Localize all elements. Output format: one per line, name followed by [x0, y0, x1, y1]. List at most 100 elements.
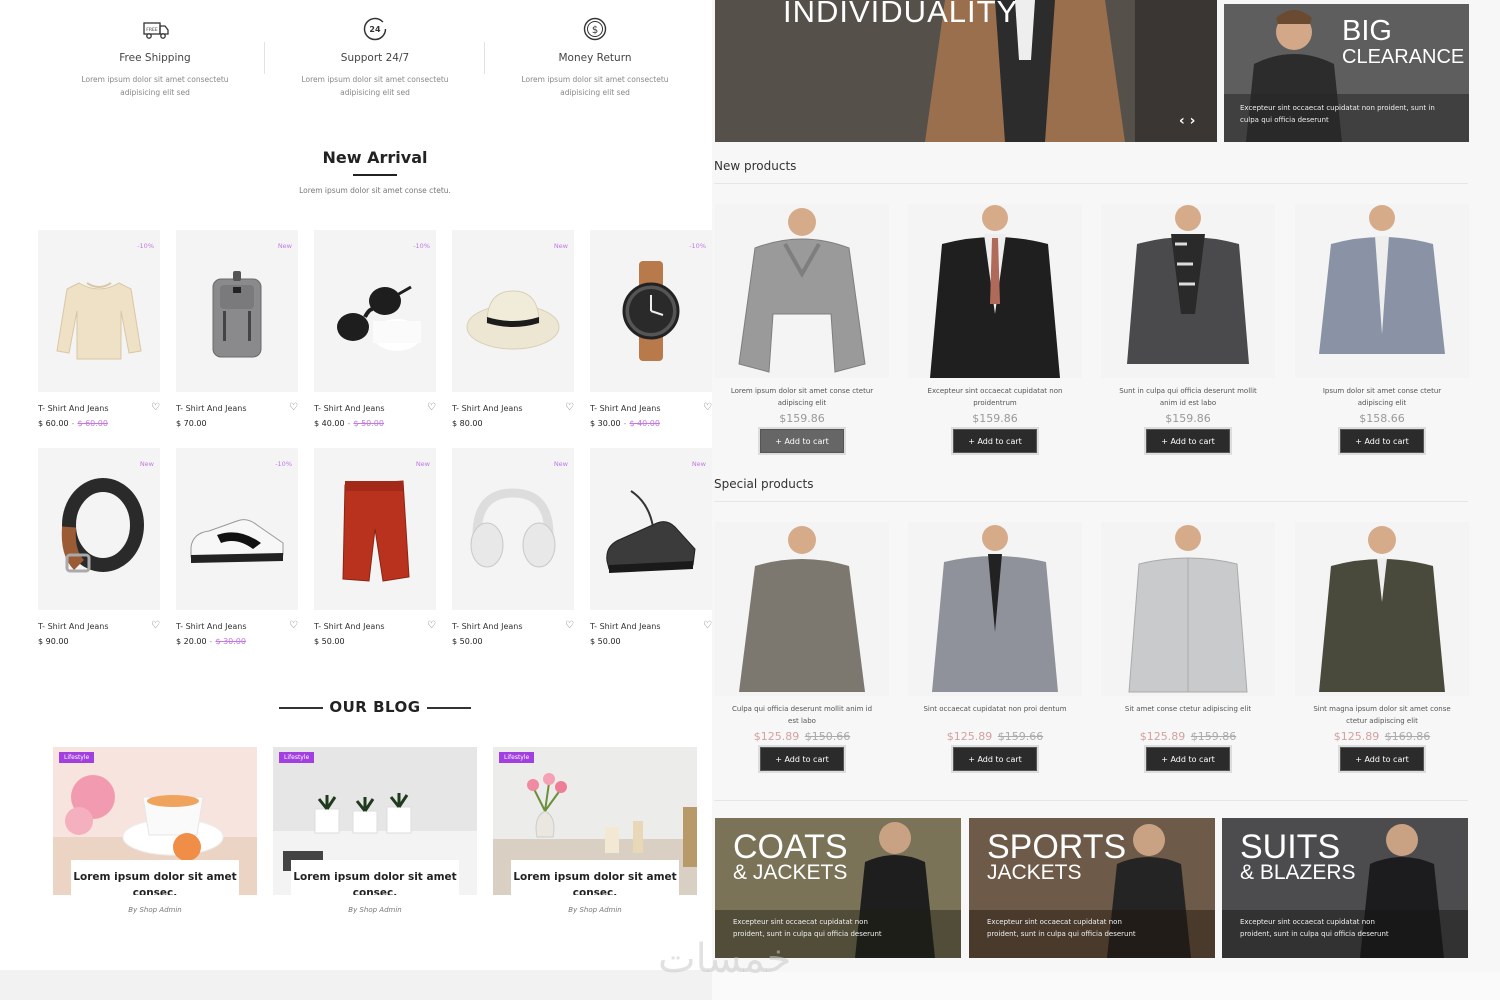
product-desc: Ipsum dolor sit amet conse ctetur adipis…: [1322, 387, 1442, 407]
product-badge: -10%: [689, 242, 706, 250]
product-desc: Lorem ipsum dolor sit amet conse ctetur …: [730, 387, 874, 407]
category-banner-sports[interactable]: SPORTS JACKETS Excepteur sint occaecat cu…: [969, 818, 1215, 958]
category-banner-suits[interactable]: SUITS & BLAZERS Excepteur sint occaecat c…: [1222, 818, 1468, 958]
add-to-cart-button[interactable]: + Add to cart: [1146, 747, 1230, 771]
product-card[interactable]: -10% T- Shirt And Jeans ♡ $ 60.00- $ 60.0…: [38, 230, 160, 428]
product-name[interactable]: T- Shirt And Jeans: [452, 622, 523, 631]
banner-desc: Excepteur sint occaecat cupidatat non pr…: [1240, 918, 1389, 938]
wishlist-heart-icon[interactable]: ♡: [703, 620, 712, 632]
product-card[interactable]: Culpa qui officia deserunt mollit anim i…: [715, 522, 889, 771]
blog-author: By Shop Admin: [568, 906, 622, 914]
product-image[interactable]: New: [452, 230, 574, 392]
product-card[interactable]: New T- Shirt And Jeans ♡ $ 70.00: [176, 230, 298, 428]
product-image[interactable]: [1295, 522, 1469, 696]
product-name[interactable]: T- Shirt And Jeans: [38, 622, 109, 631]
blog-card[interactable]: Lifestyle Lorem ipsum dolor sit amet con…: [493, 747, 697, 895]
product-name[interactable]: T- Shirt And Jeans: [176, 622, 247, 631]
product-card[interactable]: New T- Shirt And Jeans ♡ $ 80.00: [452, 230, 574, 428]
product-badge: New: [139, 460, 154, 468]
wishlist-heart-icon[interactable]: ♡: [289, 402, 298, 414]
add-to-cart-button[interactable]: + Add to cart: [953, 429, 1037, 453]
product-image[interactable]: [908, 204, 1082, 378]
product-image[interactable]: New: [176, 230, 298, 392]
hero-banner-clearance[interactable]: BIG CLEARANCE Excepteur sint occaecat cup…: [1224, 4, 1469, 142]
product-image[interactable]: [715, 522, 889, 696]
product-image[interactable]: -10%: [176, 448, 298, 610]
blog-tag[interactable]: Lifestyle: [279, 752, 315, 763]
product-card[interactable]: -10% T- Shirt And Jeans ♡ $ 20.00- $ 30.0…: [176, 448, 298, 646]
feature-title: Support 24/7: [340, 52, 410, 64]
henley-image: [715, 522, 889, 696]
belt-image: [61, 478, 144, 573]
product-card[interactable]: New T- Shirt And Jeans ♡ $ 50.00: [452, 448, 574, 646]
product-card[interactable]: Sit amet conse ctetur adipiscing elit $1…: [1101, 522, 1275, 771]
clearance-title: BIG CLEARANCE: [1342, 15, 1465, 69]
product-name[interactable]: T- Shirt And Jeans: [176, 404, 247, 413]
svg-text:24: 24: [369, 25, 381, 34]
product-name[interactable]: T- Shirt And Jeans: [452, 404, 523, 413]
product-badge: -10%: [275, 460, 292, 468]
product-old-price: $ 30.00: [215, 637, 246, 646]
scarf-blazer-image: [1101, 204, 1275, 378]
product-name[interactable]: T- Shirt And Jeans: [38, 404, 109, 413]
product-image[interactable]: [1295, 204, 1469, 378]
wishlist-heart-icon[interactable]: ♡: [703, 402, 712, 414]
blog-post-title[interactable]: Lorem ipsum dolor sit amet consec.: [291, 860, 459, 895]
wishlist-heart-icon[interactable]: ♡: [427, 402, 436, 414]
product-image[interactable]: -10%: [38, 230, 160, 392]
product-card[interactable]: Excepteur sint occaecat cupidatat non pr…: [908, 204, 1082, 453]
product-image[interactable]: New: [590, 448, 712, 610]
product-badge: New: [553, 242, 568, 250]
product-card[interactable]: -10% T- Shirt And Jeans ♡ $ 40.00- $ 50.0…: [314, 230, 436, 428]
page-root: FREE Free Shipping Lorem ipsum dolor sit…: [0, 0, 1500, 1000]
product-image[interactable]: New: [452, 448, 574, 610]
product-desc: Sit amet conse ctetur adipiscing elit: [1124, 705, 1252, 713]
wishlist-heart-icon[interactable]: ♡: [565, 620, 574, 632]
blog-tag[interactable]: Lifestyle: [59, 752, 95, 763]
add-to-cart-button[interactable]: + Add to cart: [1146, 429, 1230, 453]
product-card[interactable]: New T- Shirt And Jeans ♡ $ 50.00: [314, 448, 436, 646]
product-card[interactable]: Sint magna ipsum dolor sit amet conse ct…: [1295, 522, 1469, 771]
product-card[interactable]: -10% T- Shirt And Jeans ♡ $ 30.00- $ 40.0…: [590, 230, 712, 428]
add-to-cart-button[interactable]: + Add to cart: [1340, 429, 1424, 453]
wishlist-heart-icon[interactable]: ♡: [289, 620, 298, 632]
product-card[interactable]: Lorem ipsum dolor sit amet conse ctetur …: [715, 204, 889, 453]
banner-title: SUITS & BLAZERS: [1240, 828, 1356, 884]
wishlist-heart-icon[interactable]: ♡: [151, 620, 160, 632]
shorts-image: [342, 480, 410, 582]
add-to-cart-button[interactable]: + Add to cart: [760, 747, 844, 771]
blog-tag[interactable]: Lifestyle: [499, 752, 535, 763]
product-card[interactable]: Sunt in culpa qui officia deserunt molli…: [1101, 204, 1275, 453]
wishlist-heart-icon[interactable]: ♡: [151, 402, 160, 414]
product-price: $ 30.00- $ 40.00: [590, 419, 660, 428]
product-image[interactable]: [1101, 204, 1275, 378]
product-name[interactable]: T- Shirt And Jeans: [590, 404, 661, 413]
product-card[interactable]: New T- Shirt And Jeans ♡ $ 50.00: [590, 448, 712, 646]
blog-card[interactable]: Lifestyle Lorem ipsum dolor sit amet con…: [53, 747, 257, 895]
product-image[interactable]: [1101, 522, 1275, 696]
product-name[interactable]: T- Shirt And Jeans: [314, 622, 385, 631]
product-card[interactable]: Sint occaecat cupidatat non proi dentum …: [908, 522, 1082, 771]
blog-post-title[interactable]: Lorem ipsum dolor sit amet consec.: [511, 860, 679, 895]
blog-post-title[interactable]: Lorem ipsum dolor sit amet consec.: [71, 860, 239, 895]
product-image[interactable]: [908, 522, 1082, 696]
product-name[interactable]: T- Shirt And Jeans: [314, 404, 385, 413]
hero-banner-main[interactable]: INDIVIDUALITY ‹ ›: [715, 0, 1217, 142]
wishlist-heart-icon[interactable]: ♡: [427, 620, 436, 632]
product-image[interactable]: New: [38, 448, 160, 610]
product-image[interactable]: New: [314, 448, 436, 610]
wishlist-heart-icon[interactable]: ♡: [565, 402, 574, 414]
product-image[interactable]: [715, 204, 889, 378]
add-to-cart-button[interactable]: + Add to cart: [1340, 747, 1424, 771]
blog-card[interactable]: Lifestyle Lorem ipsum dolor sit amet con…: [273, 747, 477, 895]
product-card[interactable]: New T- Shirt And Jeans ♡ $ 90.00: [38, 448, 160, 646]
slider-arrows-icon[interactable]: ‹ ›: [1179, 113, 1195, 129]
product-image[interactable]: -10%: [314, 230, 436, 392]
product-name[interactable]: T- Shirt And Jeans: [590, 622, 661, 631]
product-card[interactable]: Ipsum dolor sit amet conse ctetur adipis…: [1295, 204, 1469, 453]
product-image[interactable]: -10%: [590, 230, 712, 392]
banner-title: SPORTS JACKETS: [987, 828, 1127, 884]
hat-image: [466, 290, 560, 350]
add-to-cart-button[interactable]: + Add to cart: [953, 747, 1037, 771]
add-to-cart-button[interactable]: + Add to cart: [760, 429, 844, 453]
